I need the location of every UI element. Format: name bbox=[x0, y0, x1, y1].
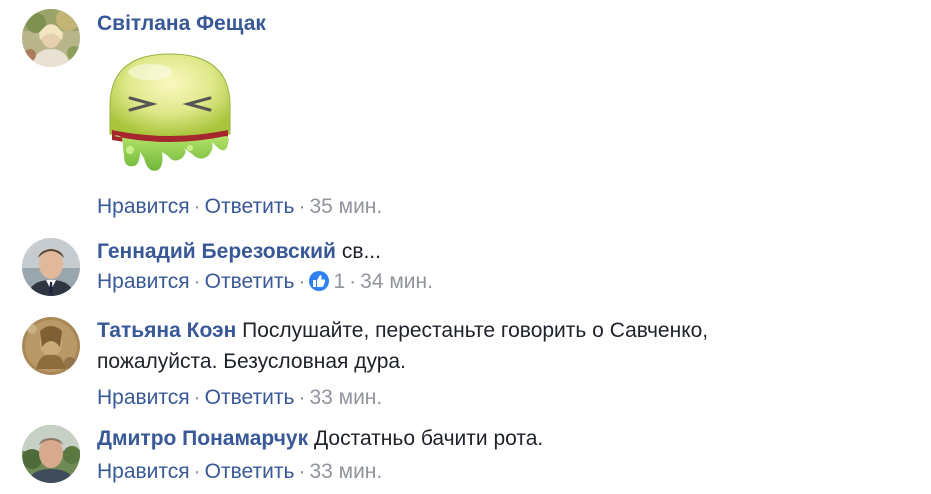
comment-text: Дмитро Понамарчук Достатньо бачити рота. bbox=[97, 423, 921, 454]
thumbs-up-icon[interactable] bbox=[309, 271, 330, 291]
reply-link[interactable]: Ответить bbox=[205, 460, 295, 483]
comment-item: Світлана Фещак Нравится · Ответить · 35 … bbox=[0, 0, 931, 230]
comment-timestamp[interactable]: 34 мин. bbox=[360, 270, 433, 293]
comment-actions: Нравится · Ответить · 35 мин. bbox=[97, 193, 921, 221]
comment-list: Світлана Фещак Нравится · Ответить · 35 … bbox=[0, 0, 931, 494]
comment-timestamp[interactable]: 35 мин. bbox=[309, 195, 382, 218]
comment-message: св... bbox=[341, 240, 381, 263]
separator-dot: · bbox=[349, 270, 357, 293]
comment-text: Геннадий Березовский св... bbox=[97, 236, 921, 267]
separator-dot: · bbox=[193, 460, 201, 483]
comment-item: Дмитро Понамарчук Достатньо бачити рота.… bbox=[0, 416, 931, 494]
like-link[interactable]: Нравится bbox=[97, 460, 190, 483]
separator-dot: · bbox=[298, 386, 306, 409]
comment-author[interactable]: Татьяна Коэн bbox=[97, 319, 236, 342]
comment-text-continued: пожалуйста. Безусловная дура. bbox=[97, 350, 406, 373]
comment-message: Достатньо бачити рота. bbox=[313, 427, 544, 450]
avatar[interactable] bbox=[22, 9, 80, 67]
vomit-face-sticker[interactable] bbox=[100, 44, 240, 184]
reply-link[interactable]: Ответить bbox=[205, 386, 295, 409]
like-link[interactable]: Нравится bbox=[97, 386, 190, 409]
comment-timestamp[interactable]: 33 мин. bbox=[309, 460, 382, 483]
separator-dot: · bbox=[193, 195, 201, 218]
avatar[interactable] bbox=[22, 425, 80, 483]
comment-message: Послушайте, перестаньте говорить о Савче… bbox=[242, 319, 709, 342]
like-link[interactable]: Нравится bbox=[97, 195, 190, 218]
comment-item: Геннадий Березовский св... Нравится · Отве… bbox=[0, 230, 931, 308]
comment-item: Татьяна Коэн Послушайте, перестаньте гов… bbox=[0, 308, 931, 416]
reply-link[interactable]: Ответить bbox=[205, 195, 295, 218]
avatar[interactable] bbox=[22, 317, 80, 375]
avatar-image bbox=[22, 425, 80, 483]
avatar-image bbox=[22, 238, 80, 296]
reaction-count[interactable]: 1 bbox=[333, 270, 345, 293]
separator-dot: · bbox=[193, 386, 201, 409]
comment-author[interactable]: Геннадий Березовский bbox=[97, 240, 336, 263]
reply-link[interactable]: Ответить bbox=[205, 270, 295, 293]
separator-dot: · bbox=[193, 270, 201, 293]
comment-text: Світлана Фещак bbox=[97, 8, 921, 39]
comment-author[interactable]: Дмитро Понамарчук bbox=[97, 427, 308, 450]
avatar-image bbox=[22, 317, 80, 375]
comment-author[interactable]: Світлана Фещак bbox=[97, 12, 266, 35]
comment-actions: Нравится · Ответить · 33 мин. bbox=[97, 458, 921, 486]
like-link[interactable]: Нравится bbox=[97, 270, 190, 293]
comment-actions: Нравится · Ответить · 1 · 34 мин. bbox=[97, 268, 921, 296]
avatar[interactable] bbox=[22, 238, 80, 296]
comment-text: Татьяна Коэн Послушайте, перестаньте гов… bbox=[97, 315, 921, 346]
separator-dot: · bbox=[298, 460, 306, 483]
avatar-image bbox=[22, 9, 80, 67]
separator-dot: · bbox=[298, 195, 306, 218]
separator-dot: · bbox=[298, 270, 306, 293]
comment-timestamp[interactable]: 33 мин. bbox=[309, 386, 382, 409]
comment-actions: Нравится · Ответить · 33 мин. bbox=[97, 384, 921, 412]
